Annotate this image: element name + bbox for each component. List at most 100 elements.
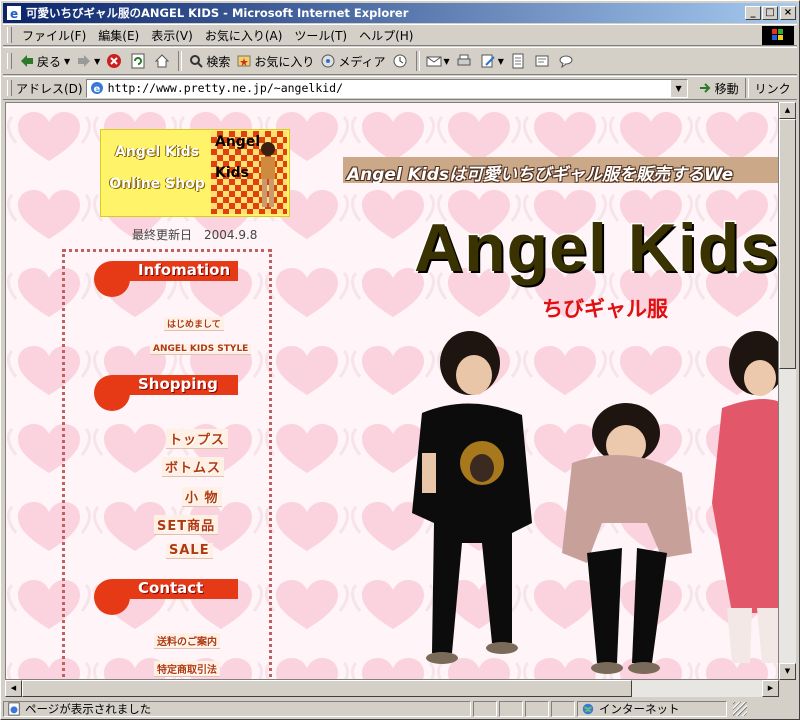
refresh-icon [131,53,145,69]
section-title: Contact [138,579,204,597]
status-bar: ページが表示されました インターネット [3,699,799,719]
status-panel-1 [473,701,497,717]
home-button[interactable] [151,53,175,69]
print-icon [457,54,471,66]
girl-1-image [412,331,532,664]
site-title: Angel Kids [412,209,779,288]
standard-toolbar: 戻る ▼ ▼ 検索 お気に入り メディア ▼ ▼ [3,47,797,75]
status-panel-2 [499,701,523,717]
nav-link-set-items[interactable]: SET商品 [154,515,219,535]
go-button[interactable]: 移動 [694,80,742,97]
media-label: メディア [338,54,386,69]
page-done-icon [8,702,20,716]
girl-3-image [712,331,778,663]
search-button[interactable]: 検索 [185,53,233,70]
page-viewport: Angel Kids Online Shop Angel Kids 最終更新日 … [5,102,779,680]
edit-icon [481,54,495,68]
print-button[interactable] [453,53,477,69]
address-label: アドレス(D) [16,81,83,96]
page-icon: e [90,82,103,95]
scroll-left-icon[interactable]: ◀ [5,680,22,697]
research-button[interactable] [531,53,555,69]
mail-button[interactable]: ▼ [423,53,453,69]
nav-link-shipping[interactable]: 送料のご案内 [154,633,220,649]
nav-link-legal[interactable]: 特定商取引法 [154,661,220,677]
vertical-scrollbar[interactable]: ▲ ▼ [779,102,796,680]
section-title: Shopping [138,375,218,393]
vertical-scroll-thumb[interactable] [779,119,796,369]
address-bar: アドレス(D) e http://www.pretty.ne.jp/~angel… [3,76,797,100]
banner-text: Angel Kidsは可愛いちびギャル服を販売するWe [347,165,734,183]
section-header-shopping: Shopping [94,373,238,411]
internet-zone-icon [582,703,594,715]
home-icon [155,54,170,68]
minimize-button[interactable]: _ [745,6,761,20]
go-label: 移動 [714,81,739,96]
favorites-label: お気に入り [254,54,315,69]
back-button[interactable]: 戻る ▼ [16,53,73,70]
scroll-right-icon[interactable]: ▶ [762,680,779,697]
menu-help[interactable]: ヘルプ(H) [353,27,419,44]
address-dropdown-icon[interactable]: ▼ [669,79,687,97]
girl-2-image [562,403,692,674]
section-header-contact: Contact [94,577,238,615]
menu-edit[interactable]: 編集(E) [92,27,145,44]
forward-button[interactable]: ▼ [73,53,103,69]
links-button[interactable]: リンク [752,80,794,97]
girl-figure-image [261,142,275,207]
menu-view[interactable]: 表示(V) [145,27,199,44]
edit-dropdown-icon[interactable]: ▼ [498,57,504,66]
nav-link-accessories[interactable]: 小 物 [182,487,222,507]
mail-dropdown-icon[interactable]: ▼ [444,57,450,66]
search-label: 検索 [206,54,231,69]
status-text: ページが表示されました [25,702,152,716]
last-updated: 最終更新日 2004.9.8 [132,228,258,242]
menu-bar: ファイル(F) 編集(E) 表示(V) お気に入り(A) ツール(T) ヘルプ(… [3,24,797,46]
nav-link-sale[interactable]: SALE [166,543,213,559]
menu-file[interactable]: ファイル(F) [16,27,92,44]
research-icon [535,55,549,67]
resize-grip[interactable] [733,702,747,716]
horizontal-scrollbar[interactable]: ◀ ▶ [5,680,779,697]
back-dropdown-icon[interactable]: ▼ [64,57,70,66]
history-button[interactable] [389,53,413,69]
nav-link-angel-kids-style[interactable]: ANGEL KIDS STYLE [150,344,252,355]
ie-logo-icon: e [7,6,21,21]
stop-icon [107,54,122,68]
shop-logo[interactable]: Angel Kids Online Shop Angel Kids [100,129,290,217]
media-button[interactable]: メディア [317,53,388,70]
nav-link-tops[interactable]: トップス [166,429,229,449]
refresh-button[interactable] [127,53,151,69]
toolbar-separator [178,51,183,71]
zone-text: インターネット [599,702,680,716]
menu-favorites[interactable]: お気に入り(A) [199,27,289,44]
menu-tools[interactable]: ツール(T) [288,27,353,44]
favorites-icon [237,55,251,67]
close-button[interactable]: × [780,6,796,20]
logo-text: Angel Kids Online Shop [107,136,207,200]
toolbar-separator-2 [415,51,420,71]
stop-button[interactable] [103,53,127,69]
title-bar[interactable]: e 可愛いちびギャル服のANGEL KIDS - Microsoft Inter… [3,3,797,23]
nav-link-bottoms[interactable]: ボトムス [162,457,225,477]
edit-button[interactable]: ▼ [477,53,507,69]
media-icon [321,54,335,68]
back-label: 戻る [37,54,62,69]
mail-icon [426,56,442,67]
svg-text:e: e [93,84,100,95]
scroll-down-icon[interactable]: ▼ [779,663,796,680]
address-input[interactable]: e http://www.pretty.ne.jp/~angelkid/ ▼ [85,78,688,98]
nav-link-hajimemashite[interactable]: はじめまして [164,317,224,331]
messenger-button[interactable] [555,53,579,69]
forward-dropdown-icon[interactable]: ▼ [94,57,100,66]
discuss-button[interactable] [507,53,531,69]
scrolling-banner: Angel Kidsは可愛いちびギャル服を販売するWe [343,157,778,183]
favorites-button[interactable]: お気に入り [233,53,317,70]
logo-image: Angel Kids [211,131,287,214]
browser-window: e 可愛いちびギャル服のANGEL KIDS - Microsoft Inter… [0,0,800,720]
maximize-button[interactable]: □ [762,6,778,20]
kids-photo [412,331,778,674]
horizontal-scroll-thumb[interactable] [22,680,632,697]
messenger-icon [559,55,573,69]
scroll-up-icon[interactable]: ▲ [779,102,796,119]
